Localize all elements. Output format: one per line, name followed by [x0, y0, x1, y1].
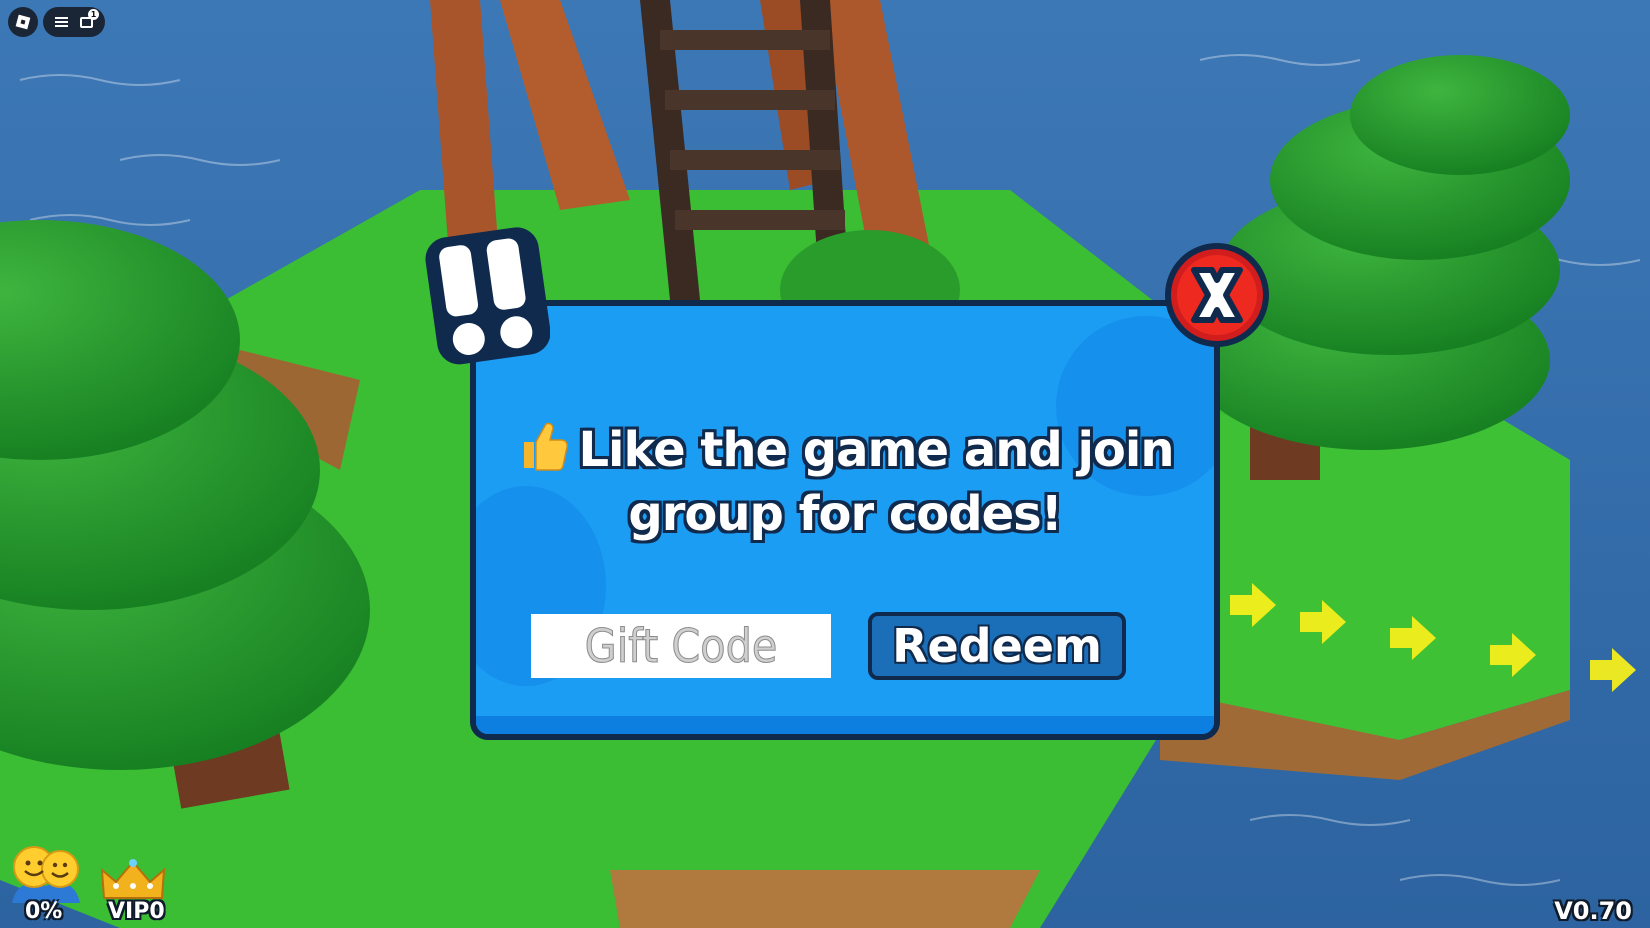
close-button[interactable] — [1162, 240, 1272, 350]
hamburger-icon[interactable] — [55, 17, 68, 27]
redeem-button[interactable]: Redeem — [868, 612, 1126, 680]
codes-panel: Like the game and join group for codes! … — [470, 300, 1220, 740]
codes-message-text: Like the game and join group for codes! — [578, 422, 1174, 542]
version-label: V0.70 — [1554, 897, 1632, 925]
crown-icon[interactable] — [100, 858, 166, 902]
codes-message: Like the game and join group for codes! — [516, 418, 1175, 546]
thumbs-up-icon — [524, 422, 569, 471]
chat-badge: 1 — [88, 9, 99, 20]
double-exclamation-icon — [425, 227, 550, 365]
roblox-menu-button[interactable] — [8, 7, 38, 37]
gift-code-input[interactable] — [531, 614, 831, 678]
roblox-logo-icon — [15, 14, 31, 30]
panel-bottom-band — [476, 716, 1214, 734]
players-percent-label: 0% — [25, 899, 63, 924]
vip-label: VIP0 — [108, 899, 165, 924]
smiley-players-icon[interactable] — [10, 845, 80, 903]
